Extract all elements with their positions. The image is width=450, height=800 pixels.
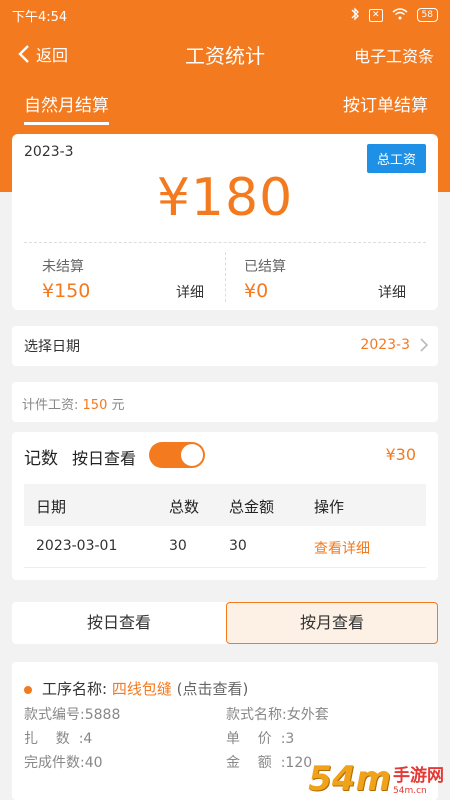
nav-bar: 返回 工资统计 电子工资条 <box>0 30 450 76</box>
unsettled-amount: ¥150 <box>42 280 91 302</box>
unsettled-label: 未结算 <box>42 259 84 275</box>
summary-month: 2023-3 <box>24 144 74 160</box>
status-bar: 下午4:54 ✕ 58 <box>0 0 450 30</box>
column-header: 日期 <box>36 498 67 516</box>
piece-wage-text: 计件工资: 150 元 <box>22 394 125 413</box>
salary-summary-card: 2023-3 总工资 ¥180 未结算 ¥150 详细 已结算 ¥0 详细 <box>12 134 438 310</box>
status-time: 下午4:54 <box>12 9 68 25</box>
chevron-left-icon <box>18 45 29 63</box>
process-title: 工序名称: 四线包缝 (点击查看) <box>42 678 248 699</box>
row-count: 30 <box>169 538 187 554</box>
settled-label: 已结算 <box>244 259 286 275</box>
process-name[interactable]: 四线包缝 <box>112 680 172 698</box>
piece-wage-unit: 元 <box>111 398 125 413</box>
settled-amount: ¥0 <box>244 280 269 302</box>
selected-date-value: 2023-3 <box>360 337 410 353</box>
unsettled-detail-button[interactable]: 详细 <box>176 282 204 302</box>
wifi-icon <box>392 7 408 23</box>
process-name-label: 工序名称: <box>42 680 108 698</box>
completed-count: 完成件数:40 <box>24 755 103 771</box>
piece-wage-label: 计件工资: <box>22 398 79 413</box>
column-header: 总数 <box>169 498 200 516</box>
record-amount: ¥30 <box>385 445 416 464</box>
select-date-label: 选择日期 <box>24 339 80 355</box>
process-hint: (点击查看) <box>176 680 249 698</box>
battery-icon: 58 <box>416 8 438 22</box>
record-title: 记数 <box>24 449 58 469</box>
column-header: 操作 <box>314 498 345 516</box>
row-amount: 30 <box>229 538 247 554</box>
select-date-row[interactable]: 选择日期 2023-3 <box>12 326 438 366</box>
sim-icon: ✕ <box>369 8 383 22</box>
record-card: 记数 按日查看 ¥30 日期 总数 总金额 操作 2023-03-01 30 3… <box>12 432 438 580</box>
watermark: 54m 手游网 54m.cn <box>308 762 444 796</box>
watermark-text: 手游网 54m.cn <box>393 767 444 796</box>
view-switch: 按日查看 按月查看 <box>12 602 438 644</box>
style-number: 款式编号:5888 <box>24 707 121 723</box>
table-header: 日期 总数 总金额 操作 <box>24 484 426 526</box>
total-amount: ¥180 <box>156 168 294 228</box>
chevron-right-icon <box>420 338 428 352</box>
divider <box>24 242 426 243</box>
divider <box>225 252 226 302</box>
column-header: 总金额 <box>229 498 275 516</box>
row-date: 2023-03-01 <box>36 538 118 554</box>
watermark-logo: 54m <box>308 759 391 799</box>
status-icons: ✕ 58 <box>350 6 438 24</box>
style-name: 款式名称:女外套 <box>226 707 329 723</box>
record-table: 日期 总数 总金额 操作 2023-03-01 30 30 查看详细 <box>24 484 426 568</box>
view-detail-link[interactable]: 查看详细 <box>314 538 370 558</box>
electronic-payslip-link[interactable]: 电子工资条 <box>354 43 434 67</box>
watermark-url: 54m.cn <box>393 786 427 796</box>
settled-detail-button[interactable]: 详细 <box>378 282 406 302</box>
daily-view-label: 按日查看 <box>72 449 137 468</box>
view-by-month-button[interactable]: 按月查看 <box>226 602 438 644</box>
bundle-count: 扎 数 :4 <box>24 731 93 747</box>
bluetooth-icon <box>350 6 360 24</box>
piece-wage-row: 计件工资: 150 元 <box>12 382 438 422</box>
daily-view-toggle[interactable] <box>149 442 205 468</box>
toggle-knob <box>181 444 203 466</box>
piece-wage-value: 150 <box>82 398 108 413</box>
process-amount: 金 额 :120 <box>226 755 313 771</box>
table-row: 2023-03-01 30 30 查看详细 <box>24 526 426 568</box>
back-button[interactable]: 返回 <box>18 42 68 66</box>
tab-by-order[interactable]: 按订单结算 <box>343 91 428 116</box>
unit-price: 单 价 :3 <box>226 731 295 747</box>
watermark-name: 手游网 <box>393 766 444 787</box>
back-label: 返回 <box>36 46 69 65</box>
bullet-dot <box>24 686 32 694</box>
tab-natural-month[interactable]: 自然月结算 <box>24 91 109 125</box>
view-by-day-button[interactable]: 按日查看 <box>12 602 226 644</box>
settlement-tabs: 自然月结算 按订单结算 <box>0 88 450 125</box>
